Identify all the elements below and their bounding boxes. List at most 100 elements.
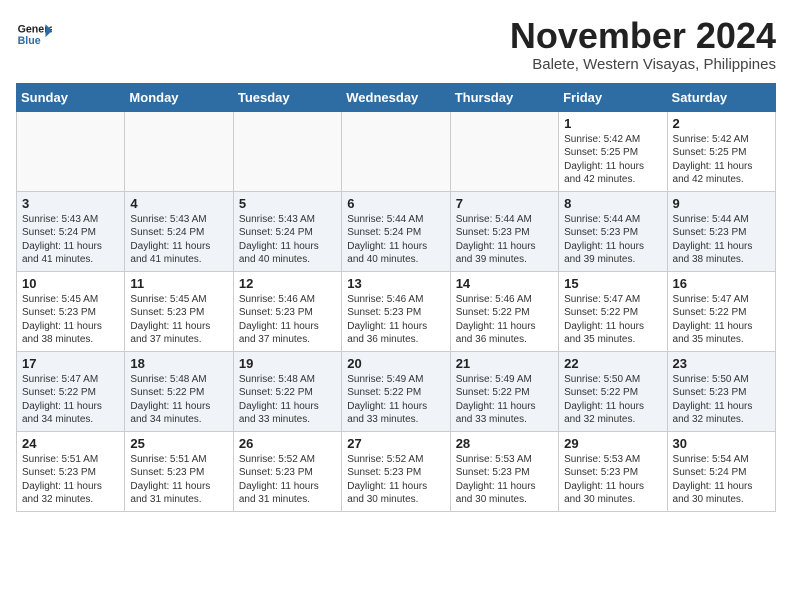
day-info: Sunrise: 5:42 AM Sunset: 5:25 PM Dayligh… [564, 133, 661, 187]
calendar-cell: 20 Sunrise: 5:49 AM Sunset: 5:22 PM Dayli… [342, 351, 450, 431]
day-number: 26 [239, 436, 336, 451]
calendar-cell: 3 Sunrise: 5:43 AM Sunset: 5:24 PM Daylig… [17, 191, 125, 271]
calendar-cell: 23 Sunrise: 5:50 AM Sunset: 5:23 PM Dayli… [667, 351, 775, 431]
calendar-cell [17, 111, 125, 191]
calendar-cell: 25Sunrise: 5:51 AM Sunset: 5:23 PM Dayli… [125, 431, 233, 511]
day-info: Sunrise: 5:50 AM Sunset: 5:23 PM Dayligh… [673, 373, 770, 427]
day-number: 24 [22, 436, 119, 451]
weekday-header-friday: Friday [559, 83, 667, 111]
day-info: Sunrise: 5:50 AM Sunset: 5:22 PM Dayligh… [564, 373, 661, 427]
day-info: Sunrise: 5:43 AM Sunset: 5:24 PM Dayligh… [22, 213, 119, 267]
calendar-header-row: SundayMondayTuesdayWednesdayThursdayFrid… [17, 83, 776, 111]
calendar-cell: 6 Sunrise: 5:44 AM Sunset: 5:24 PM Daylig… [342, 191, 450, 271]
weekday-header-monday: Monday [125, 83, 233, 111]
day-info: Sunrise: 5:48 AM Sunset: 5:22 PM Dayligh… [130, 373, 227, 427]
weekday-header-tuesday: Tuesday [233, 83, 341, 111]
day-info: Sunrise: 5:53 AM Sunset: 5:23 PM Dayligh… [456, 453, 553, 507]
day-info: Sunrise: 5:44 AM Sunset: 5:23 PM Dayligh… [564, 213, 661, 267]
day-info: Sunrise: 5:52 AM Sunset: 5:23 PM Dayligh… [347, 453, 444, 507]
day-number: 3 [22, 196, 119, 211]
calendar-cell [342, 111, 450, 191]
day-number: 12 [239, 276, 336, 291]
day-number: 17 [22, 356, 119, 371]
day-number: 6 [347, 196, 444, 211]
calendar-cell: 30Sunrise: 5:54 AM Sunset: 5:24 PM Dayli… [667, 431, 775, 511]
calendar-cell: 11 Sunrise: 5:45 AM Sunset: 5:23 PM Dayli… [125, 271, 233, 351]
calendar-cell: 9 Sunrise: 5:44 AM Sunset: 5:23 PM Daylig… [667, 191, 775, 271]
calendar-cell: 24 Sunrise: 5:51 AM Sunset: 5:23 PM Dayli… [17, 431, 125, 511]
day-info: Sunrise: 5:44 AM Sunset: 5:23 PM Dayligh… [673, 213, 770, 267]
title-area: November 2024 Balete, Western Visayas, P… [510, 16, 776, 73]
calendar-cell: 29Sunrise: 5:53 AM Sunset: 5:23 PM Dayli… [559, 431, 667, 511]
day-number: 30 [673, 436, 770, 451]
calendar-week-3: 17Sunrise: 5:47 AM Sunset: 5:22 PM Dayli… [17, 351, 776, 431]
calendar-cell: 27 Sunrise: 5:52 AM Sunset: 5:23 PM Dayli… [342, 431, 450, 511]
day-info: Sunrise: 5:45 AM Sunset: 5:23 PM Dayligh… [22, 293, 119, 347]
day-number: 14 [456, 276, 553, 291]
day-number: 9 [673, 196, 770, 211]
calendar-cell [233, 111, 341, 191]
weekday-header-thursday: Thursday [450, 83, 558, 111]
weekday-header-saturday: Saturday [667, 83, 775, 111]
calendar-table: SundayMondayTuesdayWednesdayThursdayFrid… [16, 83, 776, 512]
calendar-cell: 14Sunrise: 5:46 AM Sunset: 5:22 PM Dayli… [450, 271, 558, 351]
location: Balete, Western Visayas, Philippines [510, 56, 776, 73]
calendar-cell: 15Sunrise: 5:47 AM Sunset: 5:22 PM Dayli… [559, 271, 667, 351]
day-number: 5 [239, 196, 336, 211]
day-info: Sunrise: 5:46 AM Sunset: 5:23 PM Dayligh… [347, 293, 444, 347]
weekday-header-wednesday: Wednesday [342, 83, 450, 111]
day-number: 22 [564, 356, 661, 371]
calendar-cell: 8Sunrise: 5:44 AM Sunset: 5:23 PM Daylig… [559, 191, 667, 271]
day-info: Sunrise: 5:45 AM Sunset: 5:23 PM Dayligh… [130, 293, 227, 347]
day-number: 7 [456, 196, 553, 211]
day-number: 25 [130, 436, 227, 451]
logo: General Blue [16, 16, 52, 52]
calendar-cell: 18 Sunrise: 5:48 AM Sunset: 5:22 PM Dayli… [125, 351, 233, 431]
calendar-cell: 5 Sunrise: 5:43 AM Sunset: 5:24 PM Daylig… [233, 191, 341, 271]
calendar-cell: 26 Sunrise: 5:52 AM Sunset: 5:23 PM Dayli… [233, 431, 341, 511]
day-info: Sunrise: 5:51 AM Sunset: 5:23 PM Dayligh… [22, 453, 119, 507]
day-info: Sunrise: 5:43 AM Sunset: 5:24 PM Dayligh… [130, 213, 227, 267]
calendar-cell: 17Sunrise: 5:47 AM Sunset: 5:22 PM Dayli… [17, 351, 125, 431]
calendar-cell: 1 Sunrise: 5:42 AM Sunset: 5:25 PM Daylig… [559, 111, 667, 191]
day-number: 1 [564, 116, 661, 131]
day-number: 2 [673, 116, 770, 131]
calendar-cell: 19 Sunrise: 5:48 AM Sunset: 5:22 PM Dayli… [233, 351, 341, 431]
calendar-cell: 21 Sunrise: 5:49 AM Sunset: 5:22 PM Dayli… [450, 351, 558, 431]
day-number: 19 [239, 356, 336, 371]
calendar-cell: 28Sunrise: 5:53 AM Sunset: 5:23 PM Dayli… [450, 431, 558, 511]
calendar-cell: 4 Sunrise: 5:43 AM Sunset: 5:24 PM Daylig… [125, 191, 233, 271]
day-info: Sunrise: 5:42 AM Sunset: 5:25 PM Dayligh… [673, 133, 770, 187]
day-number: 20 [347, 356, 444, 371]
calendar-cell: 10 Sunrise: 5:45 AM Sunset: 5:23 PM Dayli… [17, 271, 125, 351]
calendar-week-2: 10 Sunrise: 5:45 AM Sunset: 5:23 PM Dayli… [17, 271, 776, 351]
day-info: Sunrise: 5:52 AM Sunset: 5:23 PM Dayligh… [239, 453, 336, 507]
svg-text:Blue: Blue [18, 35, 41, 47]
calendar-cell [125, 111, 233, 191]
day-number: 21 [456, 356, 553, 371]
calendar-week-1: 3 Sunrise: 5:43 AM Sunset: 5:24 PM Daylig… [17, 191, 776, 271]
day-number: 23 [673, 356, 770, 371]
day-number: 29 [564, 436, 661, 451]
calendar-cell: 22 Sunrise: 5:50 AM Sunset: 5:22 PM Dayli… [559, 351, 667, 431]
day-info: Sunrise: 5:43 AM Sunset: 5:24 PM Dayligh… [239, 213, 336, 267]
day-number: 4 [130, 196, 227, 211]
day-number: 11 [130, 276, 227, 291]
calendar-body: 1 Sunrise: 5:42 AM Sunset: 5:25 PM Daylig… [17, 111, 776, 511]
day-info: Sunrise: 5:44 AM Sunset: 5:24 PM Dayligh… [347, 213, 444, 267]
day-info: Sunrise: 5:48 AM Sunset: 5:22 PM Dayligh… [239, 373, 336, 427]
day-number: 27 [347, 436, 444, 451]
day-info: Sunrise: 5:44 AM Sunset: 5:23 PM Dayligh… [456, 213, 553, 267]
day-number: 18 [130, 356, 227, 371]
calendar-week-4: 24 Sunrise: 5:51 AM Sunset: 5:23 PM Dayli… [17, 431, 776, 511]
day-info: Sunrise: 5:49 AM Sunset: 5:22 PM Dayligh… [456, 373, 553, 427]
day-info: Sunrise: 5:47 AM Sunset: 5:22 PM Dayligh… [673, 293, 770, 347]
day-number: 10 [22, 276, 119, 291]
logo-icon: General Blue [16, 16, 52, 52]
day-info: Sunrise: 5:46 AM Sunset: 5:23 PM Dayligh… [239, 293, 336, 347]
page-header: General Blue November 2024 Balete, Weste… [16, 16, 776, 73]
calendar-cell: 12 Sunrise: 5:46 AM Sunset: 5:23 PM Dayli… [233, 271, 341, 351]
weekday-header-sunday: Sunday [17, 83, 125, 111]
day-info: Sunrise: 5:49 AM Sunset: 5:22 PM Dayligh… [347, 373, 444, 427]
calendar-cell: 7 Sunrise: 5:44 AM Sunset: 5:23 PM Daylig… [450, 191, 558, 271]
